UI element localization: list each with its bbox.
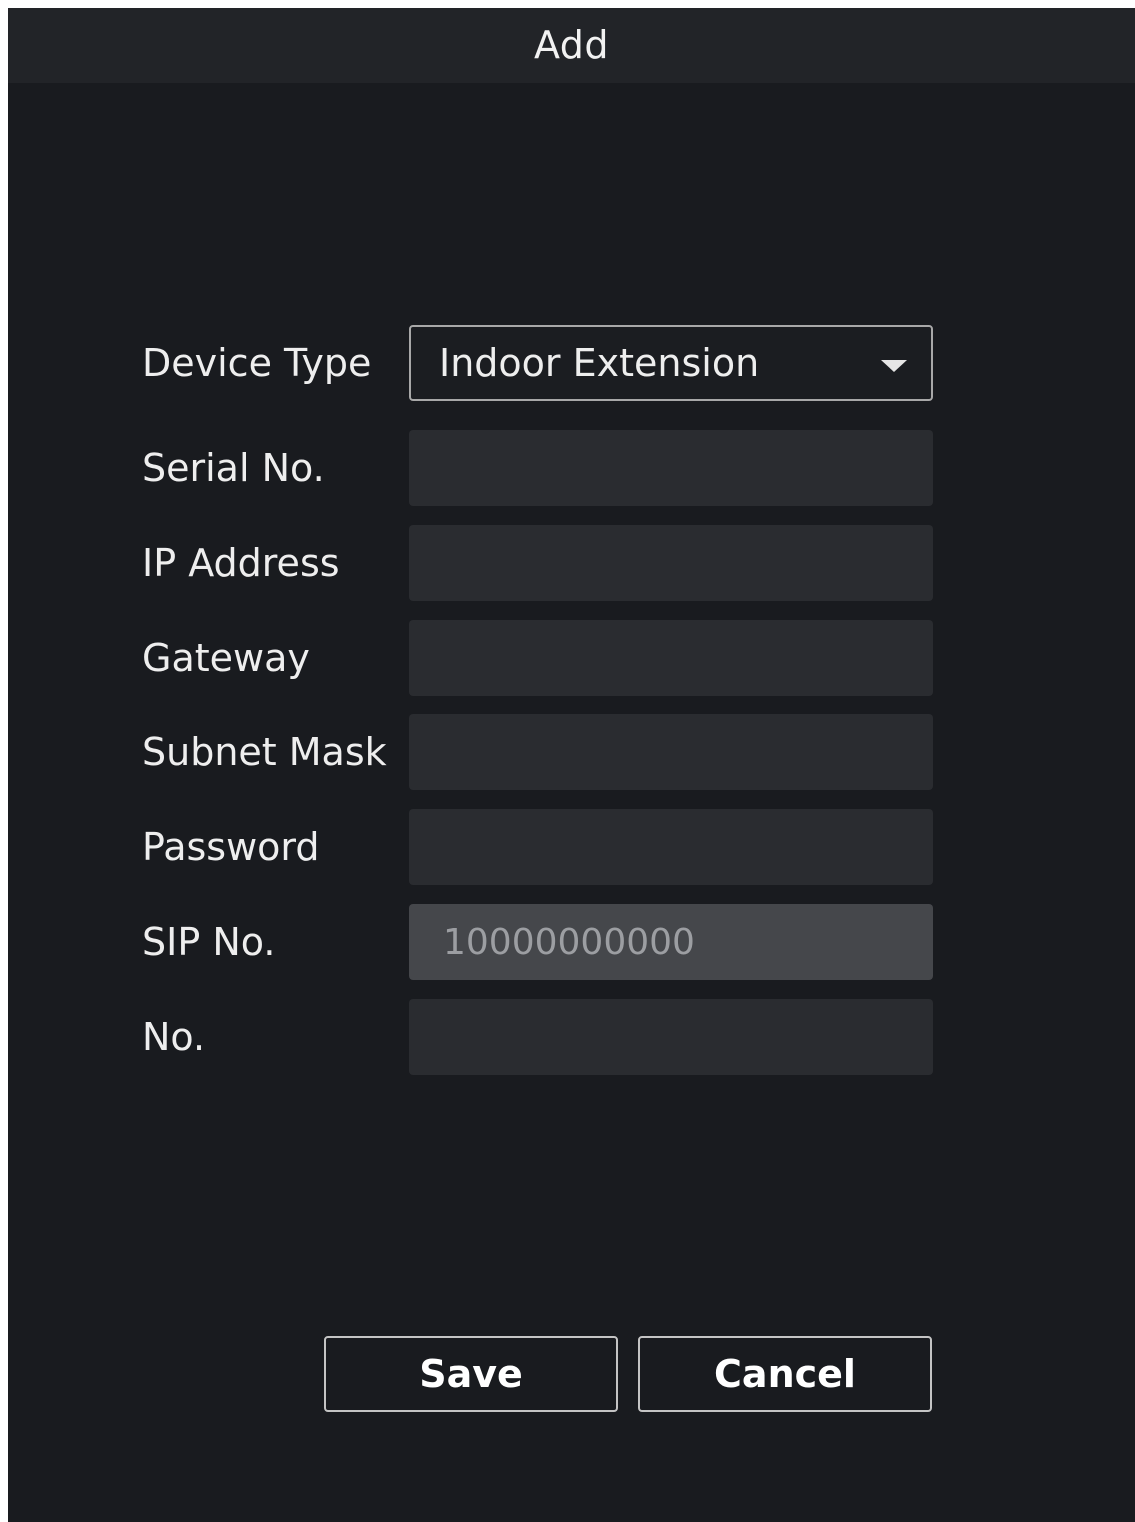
gateway-row: Gateway	[8, 620, 1135, 696]
ip-address-label: IP Address	[142, 541, 340, 585]
no-input[interactable]	[409, 999, 933, 1075]
add-device-dialog: Add Device Type Indoor Extension Serial …	[8, 8, 1135, 1522]
ip-address-row: IP Address	[8, 525, 1135, 601]
no-label: No.	[142, 1015, 206, 1059]
serial-no-row: Serial No.	[8, 430, 1135, 506]
save-button[interactable]: Save	[324, 1336, 618, 1412]
serial-no-label: Serial No.	[142, 446, 325, 490]
serial-no-input[interactable]	[409, 430, 933, 506]
caret-down-icon[interactable]	[881, 360, 907, 372]
password-input[interactable]	[409, 809, 933, 885]
sip-no-row: SIP No.	[8, 904, 1135, 980]
gateway-input[interactable]	[409, 620, 933, 696]
device-type-label: Device Type	[142, 341, 372, 385]
sip-no-input	[409, 904, 933, 980]
dialog-title: Add	[8, 8, 1135, 83]
device-type-value: Indoor Extension	[439, 341, 760, 385]
password-row: Password	[8, 809, 1135, 885]
gateway-label: Gateway	[142, 636, 310, 680]
no-row: No.	[8, 999, 1135, 1075]
subnet-mask-row: Subnet Mask	[8, 714, 1135, 790]
subnet-mask-label: Subnet Mask	[142, 730, 387, 774]
password-label: Password	[142, 825, 320, 869]
device-type-select[interactable]: Indoor Extension	[409, 325, 933, 401]
cancel-button[interactable]: Cancel	[638, 1336, 932, 1412]
device-type-row: Device Type Indoor Extension	[8, 325, 1135, 401]
sip-no-label: SIP No.	[142, 920, 276, 964]
subnet-mask-input[interactable]	[409, 714, 933, 790]
ip-address-input[interactable]	[409, 525, 933, 601]
